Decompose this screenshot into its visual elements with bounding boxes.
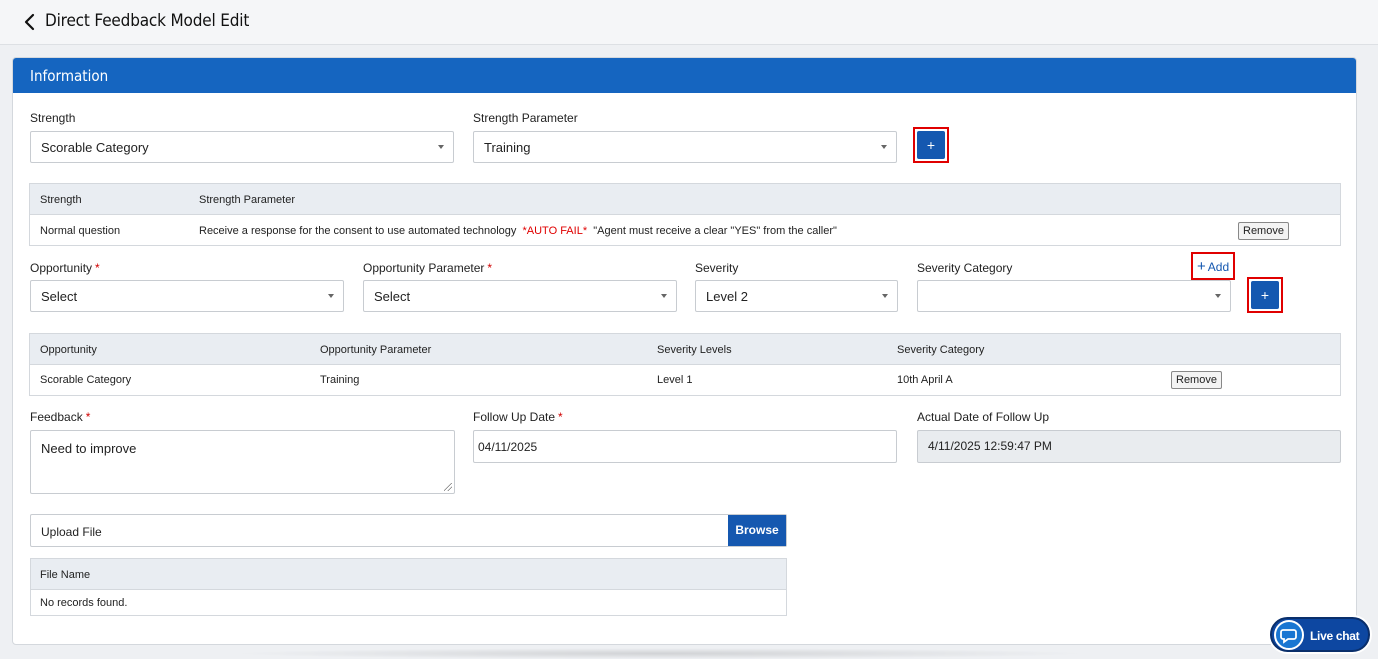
opportunity-parameter-select-value: Select [374,289,411,304]
feedback-textarea[interactable]: Need to improve [30,430,455,494]
column-header: Severity Category [897,344,985,356]
follow-up-date-input[interactable]: 04/11/2025 [473,430,897,463]
file-table: File Name No records found. [30,558,787,616]
feedback-text: Need to improve [41,441,137,456]
opportunity-label-text: Opportunity [30,261,93,275]
caret-down-icon [438,145,444,149]
required-mark: * [487,261,493,275]
file-table-header: File Name [31,559,786,590]
opportunity-select-value: Select [41,289,78,304]
caret-down-icon [881,145,887,149]
remove-strength-button[interactable]: Remove [1238,222,1289,240]
column-header: File Name [40,569,91,581]
add-severity-category-link[interactable]: + Add [1197,258,1229,275]
required-mark: * [95,261,100,275]
top-bar: Direct Feedback Model Edit [0,0,1378,45]
chat-bubble-icon [1274,620,1304,650]
add-strength-button[interactable]: + [917,131,945,159]
resize-grip-icon[interactable] [444,483,452,491]
parameter-text: Receive a response for the consent to us… [199,225,517,237]
severity-select[interactable]: Level 2 [695,280,898,312]
opportunity-add-highlight: + [1247,277,1283,313]
add-link-highlight: + Add [1191,252,1236,280]
strength-add-highlight: + [913,127,949,163]
upload-file-field[interactable]: Upload File Browse [30,514,787,547]
strength-parameter-select[interactable]: Training [473,131,897,163]
strength-select[interactable]: Scorable Category [30,131,454,163]
column-header: Severity Levels [657,344,732,356]
severity-level-cell: Level 1 [657,374,693,386]
opportunity-parameter-select[interactable]: Select [363,280,677,312]
card-title: Information [30,67,109,85]
caret-down-icon [661,294,667,298]
card-header: Information [13,58,1356,93]
column-header: Strength Parameter [199,194,295,206]
empty-state-text: No records found. [40,597,128,609]
add-opportunity-button[interactable]: + [1251,281,1279,309]
footer-shadow [230,648,1090,659]
live-chat-label: Live chat [1310,629,1360,643]
caret-down-icon [1215,294,1221,298]
feedback-label-text: Feedback [30,410,83,424]
caret-down-icon [882,294,888,298]
column-header: Strength [40,194,82,206]
live-chat-button[interactable]: Live chat [1270,617,1370,652]
browse-button[interactable]: Browse [728,515,786,546]
severity-select-value: Level 2 [706,289,748,304]
opportunity-parameter-label: Opportunity Parameter * [363,261,492,275]
opportunity-cell: Scorable Category [40,374,132,386]
required-mark: * [85,410,91,424]
chevron-left-icon[interactable] [22,12,38,32]
information-card: Information Strength Scorable Category S… [12,57,1357,645]
severity-category-cell: 10th April A [897,374,953,386]
severity-category-label: Severity Category [917,261,1013,275]
strength-table: Strength Strength Parameter Normal quest… [29,183,1341,246]
severity-category-select[interactable] [917,280,1231,312]
strength-parameter-select-value: Training [484,140,531,155]
opportunity-select[interactable]: Select [30,280,344,312]
add-link-label: Add [1207,259,1230,274]
follow-up-date-label: Follow Up Date * [473,410,563,424]
strength-label: Strength [30,111,76,125]
actual-follow-up-label: Actual Date of Follow Up [917,410,1050,424]
follow-up-date-label-text: Follow Up Date [473,410,556,424]
remove-opportunity-button[interactable]: Remove [1171,371,1222,389]
opportunity-label: Opportunity * [30,261,100,275]
severity-label: Severity [695,261,739,275]
opportunity-table-header: Opportunity Opportunity Parameter Severi… [30,334,1340,365]
required-mark: * [558,410,563,424]
parameter-note: "Agent must receive a clear "YES" from t… [593,225,837,237]
opportunity-table: Opportunity Opportunity Parameter Severi… [29,333,1341,396]
caret-down-icon [328,294,334,298]
actual-follow-up-field: 4/11/2025 12:59:47 PM [917,430,1341,463]
opportunity-parameter-label-text: Opportunity Parameter [363,261,485,275]
strength-parameter-cell: Receive a response for the consent to us… [199,225,837,237]
opportunity-parameter-cell: Training [320,374,360,386]
plus-icon: + [1197,257,1206,275]
upload-file-placeholder: Upload File [41,525,102,539]
column-header: Opportunity [40,344,97,356]
strength-cell: Normal question [40,225,121,237]
column-header: Opportunity Parameter [320,344,432,356]
strength-table-header: Strength Strength Parameter [30,184,1340,215]
strength-select-value: Scorable Category [41,140,149,155]
page-title: Direct Feedback Model Edit [45,11,250,31]
feedback-label: Feedback * [30,410,90,424]
strength-parameter-label: Strength Parameter [473,111,578,125]
auto-fail-flag: *AUTO FAIL* [522,225,588,237]
